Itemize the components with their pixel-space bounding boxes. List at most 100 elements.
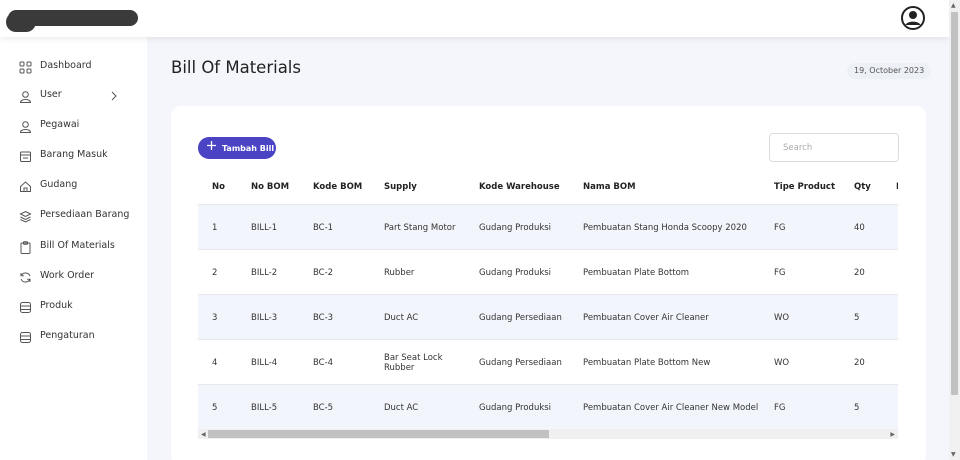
sidebar-item-pengaturan[interactable]: Pengaturan bbox=[0, 326, 147, 348]
table-row[interactable]: 2 BILL-2 BC-2 Rubber Gudang Produksi Pem… bbox=[198, 249, 898, 294]
cell-tipe-product: FG bbox=[774, 223, 786, 233]
cell-supply: Rubber bbox=[384, 268, 415, 278]
column-header[interactable]: Qty bbox=[854, 182, 871, 192]
scroll-right-arrow-icon[interactable]: ▶ bbox=[890, 431, 895, 438]
column-header[interactable]: Supply bbox=[384, 182, 417, 192]
table-row[interactable]: 1 BILL-1 BC-1 Part Stang Motor Gudang Pr… bbox=[198, 204, 898, 249]
cell-qty: 40 bbox=[854, 223, 865, 233]
cell-no-bom: BILL-4 bbox=[251, 358, 278, 368]
column-header[interactable]: Kode Warehouse bbox=[479, 182, 560, 192]
cell-kode-warehouse: Gudang Produksi bbox=[479, 223, 552, 233]
scroll-down-arrow-icon[interactable]: ▼ bbox=[951, 451, 956, 458]
cell-kode-bom: BC-3 bbox=[313, 313, 334, 323]
cell-no: 2 bbox=[212, 268, 218, 278]
date-badge: 19, October 2023 bbox=[847, 63, 932, 79]
sidebar-item-label: User bbox=[40, 89, 62, 100]
user-icon bbox=[19, 91, 32, 103]
cell-supply: Duct AC bbox=[384, 403, 419, 413]
sidebar-item-label: Pegawai bbox=[40, 119, 80, 130]
page-title: Bill Of Materials bbox=[171, 58, 301, 77]
cell-tipe-product: WO bbox=[774, 313, 790, 323]
cell-kode-bom: BC-4 bbox=[313, 358, 334, 368]
chevron-right-icon[interactable] bbox=[109, 90, 119, 102]
sidebar-item-label: Persediaan Barang bbox=[40, 209, 130, 220]
cell-tipe-product: FG bbox=[774, 268, 786, 278]
sidebar-item-label: Bill Of Materials bbox=[40, 240, 115, 251]
sidebar-item-user[interactable]: User bbox=[0, 85, 147, 107]
cell-kode-warehouse: Gudang Produksi bbox=[479, 403, 552, 413]
sidebar-item-pegawai[interactable]: Pegawai bbox=[0, 115, 147, 137]
cell-qty: 5 bbox=[854, 403, 860, 413]
cell-nama-bom: Pembuatan Stang Honda Scoopy 2020 bbox=[583, 223, 747, 233]
add-bill-label: Tambah Bill bbox=[222, 144, 275, 153]
cell-kode-bom: BC-1 bbox=[313, 223, 334, 233]
cell-no: 3 bbox=[212, 313, 218, 323]
refresh-icon bbox=[20, 272, 31, 283]
cell-no: 1 bbox=[212, 223, 218, 233]
sidebar-item-label: Barang Masuk bbox=[40, 149, 108, 160]
column-header[interactable]: No BOM bbox=[251, 182, 289, 192]
cell-no-bom: BILL-5 bbox=[251, 403, 278, 413]
table-horizontal-scrollbar[interactable]: ◀ ▶ bbox=[198, 429, 898, 439]
user-circle-icon[interactable] bbox=[901, 6, 925, 30]
column-header[interactable]: Nama BOM bbox=[583, 182, 636, 192]
table-row[interactable]: 4 BILL-4 BC-4 Bar Seat Lock Rubber Gudan… bbox=[198, 339, 898, 384]
database-icon bbox=[20, 302, 31, 313]
scrollbar-thumb[interactable] bbox=[208, 430, 549, 438]
inbox-icon bbox=[20, 151, 31, 162]
sidebar-item-label: Gudang bbox=[40, 179, 78, 190]
cell-tipe-product: FG bbox=[774, 403, 786, 413]
bom-table: No No BOM Kode BOM Supply Kode Warehouse… bbox=[198, 174, 898, 430]
sidebar-item-dashboard[interactable]: Dashboard bbox=[0, 56, 147, 78]
table-row[interactable]: 5 BILL-5 BC-5 Duct AC Gudang Produksi Pe… bbox=[198, 384, 898, 429]
column-header[interactable]: Tipe Product bbox=[774, 182, 835, 192]
sidebar-item-label: Work Order bbox=[40, 270, 95, 281]
column-header[interactable]: Kode BOM bbox=[313, 182, 362, 192]
scrollbar-thumb[interactable] bbox=[951, 12, 958, 395]
column-header[interactable]: No bbox=[212, 182, 225, 192]
cell-nama-bom: Pembuatan Cover Air Cleaner New Model bbox=[583, 403, 759, 413]
cell-no-bom: BILL-2 bbox=[251, 268, 278, 278]
plus-icon bbox=[207, 141, 216, 150]
scroll-up-arrow-icon[interactable]: ▲ bbox=[951, 2, 956, 9]
cell-no-bom: BILL-3 bbox=[251, 313, 278, 323]
cell-kode-warehouse: Gudang Persediaan bbox=[479, 358, 562, 368]
cell-qty: 20 bbox=[854, 358, 865, 368]
sidebar-item-label: Dashboard bbox=[40, 60, 92, 71]
cell-qty: 5 bbox=[854, 313, 860, 323]
cell-tipe-product: WO bbox=[774, 358, 790, 368]
sidebar-item-gudang[interactable]: Gudang bbox=[0, 175, 147, 197]
cell-kode-warehouse: Gudang Produksi bbox=[479, 268, 552, 278]
scroll-left-arrow-icon[interactable]: ◀ bbox=[201, 431, 206, 438]
sidebar-item-barang-masuk[interactable]: Barang Masuk bbox=[0, 145, 147, 167]
sidebar-item-work-order[interactable]: Work Order bbox=[0, 266, 147, 288]
cell-no-bom: BILL-1 bbox=[251, 223, 278, 233]
redacted-logo bbox=[6, 10, 138, 32]
cell-supply: Bar Seat Lock Rubber bbox=[384, 353, 443, 373]
cell-kode-warehouse: Gudang Persediaan bbox=[479, 313, 562, 323]
clipboard-icon bbox=[20, 241, 31, 254]
home-icon bbox=[20, 181, 31, 192]
cell-no: 5 bbox=[212, 403, 218, 413]
add-bill-button[interactable]: Tambah Bill bbox=[198, 137, 276, 159]
layers-icon bbox=[19, 210, 32, 223]
table-row[interactable]: 3 BILL-3 BC-3 Duct AC Gudang Persediaan … bbox=[198, 294, 898, 339]
sidebar-item-persediaan-barang[interactable]: Persediaan Barang bbox=[0, 205, 147, 227]
top-header bbox=[0, 0, 949, 37]
person-icon bbox=[19, 121, 32, 133]
cell-supply: Part Stang Motor bbox=[384, 223, 456, 233]
cell-kode-bom: BC-2 bbox=[313, 268, 334, 278]
page-vertical-scrollbar[interactable]: ▲ ▼ bbox=[949, 0, 960, 460]
sidebar-item-bill-of-materials[interactable]: Bill Of Materials bbox=[0, 236, 147, 258]
sidebar-item-label: Produk bbox=[40, 300, 73, 311]
search-input[interactable] bbox=[769, 133, 899, 162]
cell-supply: Duct AC bbox=[384, 313, 419, 323]
cell-qty: 20 bbox=[854, 268, 865, 278]
sidebar: Dashboard User Pegawai Barang Masuk Guda… bbox=[0, 37, 147, 460]
cell-nama-bom: Pembuatan Plate Bottom bbox=[583, 268, 690, 278]
column-header-partial: I bbox=[896, 182, 898, 192]
sidebar-item-produk[interactable]: Produk bbox=[0, 296, 147, 318]
cell-kode-bom: BC-5 bbox=[313, 403, 334, 413]
cell-nama-bom: Pembuatan Cover Air Cleaner bbox=[583, 313, 709, 323]
cell-nama-bom: Pembuatan Plate Bottom New bbox=[583, 358, 711, 368]
